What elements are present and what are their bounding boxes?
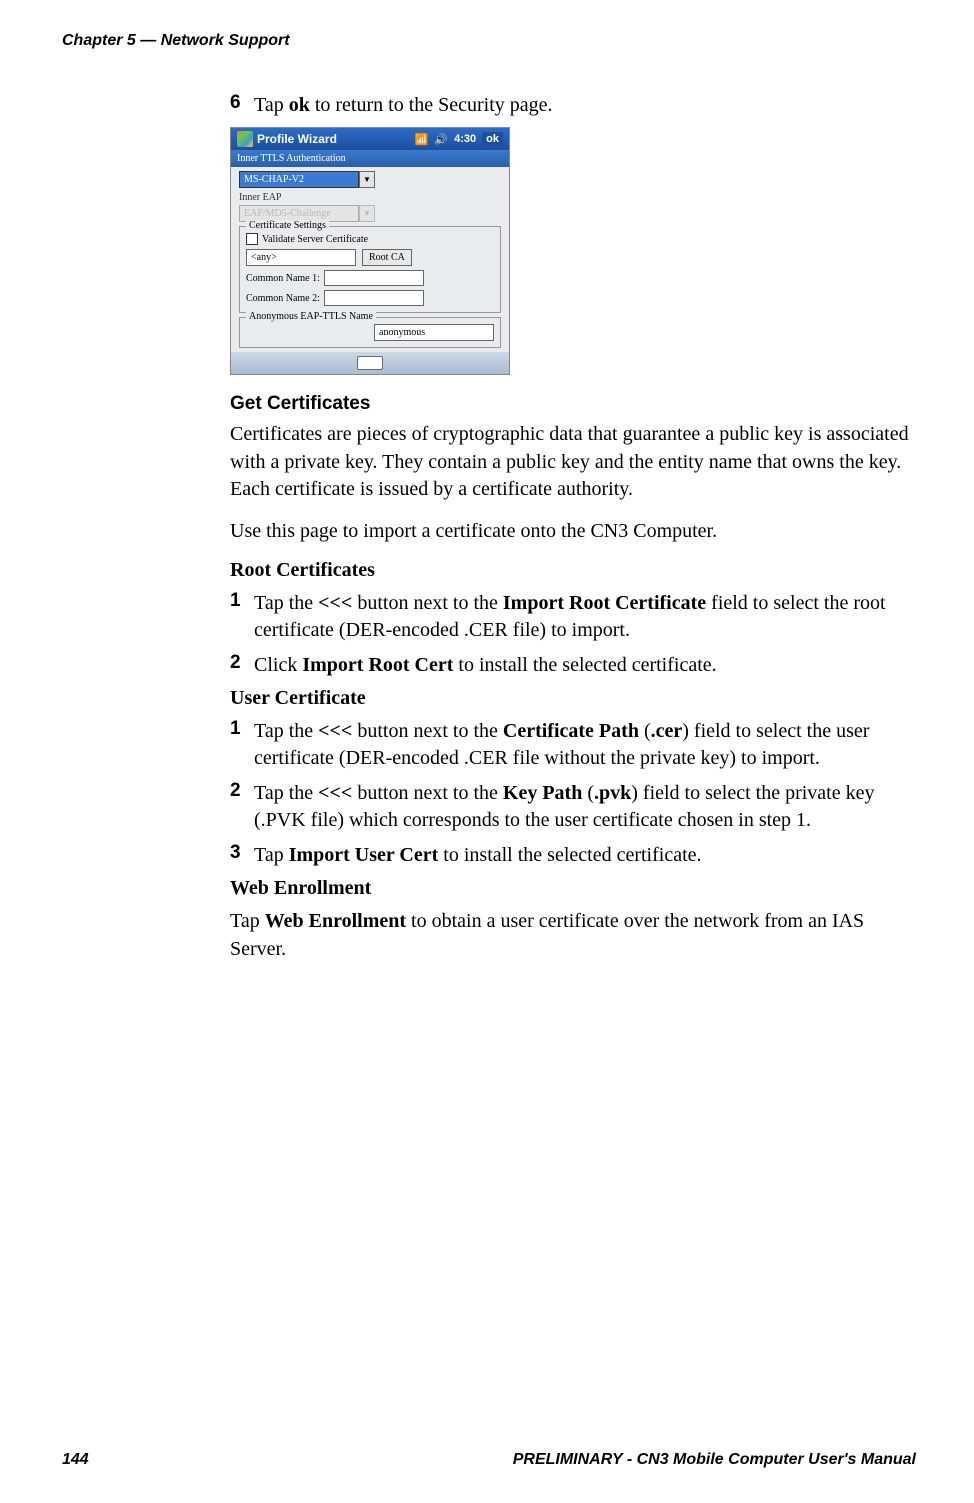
t: button next to the xyxy=(352,782,503,804)
cert-settings-group: Certificate Settings Validate Server Cer… xyxy=(239,226,501,313)
step-number: 3 xyxy=(230,842,254,869)
user-step-3: 3 Tap Import User Cert to install the se… xyxy=(230,842,915,869)
step-text: Click Import Root Cert to install the se… xyxy=(254,652,717,679)
t: Tap the xyxy=(254,592,318,614)
user-step-2: 2 Tap the <<< button next to the Key Pat… xyxy=(230,780,915,834)
step-text: Tap the <<< button next to the Key Path … xyxy=(254,780,915,834)
step-text: Tap Import User Cert to install the sele… xyxy=(254,842,702,869)
t: Web Enrollment xyxy=(265,910,406,932)
t: Tap xyxy=(230,910,265,932)
t: to install the selected certificate. xyxy=(453,654,716,676)
user-step-1: 1 Tap the <<< button next to the Certifi… xyxy=(230,718,915,772)
ttls-value: MS-CHAP-V2 xyxy=(239,171,359,188)
t: Tap xyxy=(254,844,289,866)
step-number: 1 xyxy=(230,718,254,772)
common-name-2-row: Common Name 2: xyxy=(246,290,494,306)
cn1-label: Common Name 1: xyxy=(246,273,320,284)
any-field[interactable]: <any> xyxy=(246,249,356,266)
window-titlebar: Profile Wizard 📶 🔊 4:30 ok xyxy=(231,128,509,150)
t: to install the selected certificate. xyxy=(438,844,701,866)
para-import: Use this page to import a certificate on… xyxy=(230,518,915,546)
root-ca-button[interactable]: Root CA xyxy=(362,249,412,266)
wizard-body: Inner TTLS Authentication MS-CHAP-V2 ▼ I… xyxy=(231,150,509,374)
footer-title: PRELIMINARY - CN3 Mobile Computer User's… xyxy=(513,1451,916,1469)
cn2-label: Common Name 2: xyxy=(246,293,320,304)
keyboard-icon[interactable] xyxy=(357,356,383,370)
clock: 4:30 xyxy=(454,133,476,145)
t: Key Path xyxy=(503,782,582,804)
ok-button[interactable]: ok xyxy=(482,132,503,146)
running-header: Chapter 5 — Network Support xyxy=(62,32,290,50)
text: Tap xyxy=(254,94,289,116)
t: ( xyxy=(639,720,651,742)
ok-bold: ok xyxy=(289,94,310,116)
step-text: Tap ok to return to the Security page. xyxy=(254,92,553,119)
user-certificate-heading: User Certificate xyxy=(230,687,915,710)
web-enrollment-heading: Web Enrollment xyxy=(230,877,915,900)
t: <<< xyxy=(318,782,352,804)
inner-ttls-label: Inner TTLS Authentication xyxy=(231,150,509,167)
chevron-down-icon[interactable]: ▼ xyxy=(359,171,375,188)
step-text: Tap the <<< button next to the Import Ro… xyxy=(254,590,915,644)
profile-wizard-screenshot: Profile Wizard 📶 🔊 4:30 ok Inner TTLS Au… xyxy=(230,127,510,375)
step-number: 2 xyxy=(230,652,254,679)
t: Click xyxy=(254,654,302,676)
page-number: 144 xyxy=(62,1451,89,1469)
inner-eap-label: Inner EAP xyxy=(239,192,501,203)
web-enrollment-para: Tap Web Enrollment to obtain a user cert… xyxy=(230,908,915,963)
anon-legend: Anonymous EAP-TTLS Name xyxy=(246,311,376,322)
volume-icon: 🔊 xyxy=(434,133,448,146)
text: to return to the Security page. xyxy=(310,94,553,116)
main-content: 6 Tap ok to return to the Security page.… xyxy=(230,92,915,978)
t: .pvk xyxy=(594,782,631,804)
step-6: 6 Tap ok to return to the Security page. xyxy=(230,92,915,119)
anon-group: Anonymous EAP-TTLS Name anonymous xyxy=(239,317,501,348)
t: Import Root Cert xyxy=(302,654,453,676)
step-text: Tap the <<< button next to the Certifica… xyxy=(254,718,915,772)
cn1-input[interactable] xyxy=(324,270,424,286)
cert-settings-legend: Certificate Settings xyxy=(246,220,329,231)
root-step-2: 2 Click Import Root Cert to install the … xyxy=(230,652,915,679)
root-step-1: 1 Tap the <<< button next to the Import … xyxy=(230,590,915,644)
t: button next to the xyxy=(352,720,503,742)
step-number: 1 xyxy=(230,590,254,644)
validate-label: Validate Server Certificate xyxy=(262,234,368,245)
get-certificates-heading: Get Certificates xyxy=(230,393,915,415)
cn2-input[interactable] xyxy=(324,290,424,306)
signal-icon: 📶 xyxy=(415,133,429,146)
step-number: 2 xyxy=(230,780,254,834)
chevron-down-icon: ▼ xyxy=(359,205,375,222)
sip-bar xyxy=(231,352,509,374)
root-certificates-heading: Root Certificates xyxy=(230,559,915,582)
anon-input[interactable]: anonymous xyxy=(374,324,494,341)
t: button next to the xyxy=(352,592,503,614)
t: Certificate Path xyxy=(503,720,639,742)
t: Import Root Certificate xyxy=(503,592,706,614)
checkbox-icon[interactable] xyxy=(246,233,258,245)
common-name-1-row: Common Name 1: xyxy=(246,270,494,286)
window-title: Profile Wizard xyxy=(257,132,337,146)
ttls-dropdown[interactable]: MS-CHAP-V2 ▼ xyxy=(239,171,501,188)
para-cert-intro: Certificates are pieces of cryptographic… xyxy=(230,421,915,504)
t: <<< xyxy=(318,592,352,614)
t: <<< xyxy=(318,720,352,742)
page-footer: 144 PRELIMINARY - CN3 Mobile Computer Us… xyxy=(62,1451,916,1469)
start-icon xyxy=(237,131,253,147)
t: ( xyxy=(582,782,594,804)
t: Import User Cert xyxy=(289,844,439,866)
t: Tap the xyxy=(254,720,318,742)
step-number: 6 xyxy=(230,92,254,119)
validate-checkbox-row[interactable]: Validate Server Certificate xyxy=(246,233,494,245)
t: .cer xyxy=(651,720,683,742)
t: Tap the xyxy=(254,782,318,804)
